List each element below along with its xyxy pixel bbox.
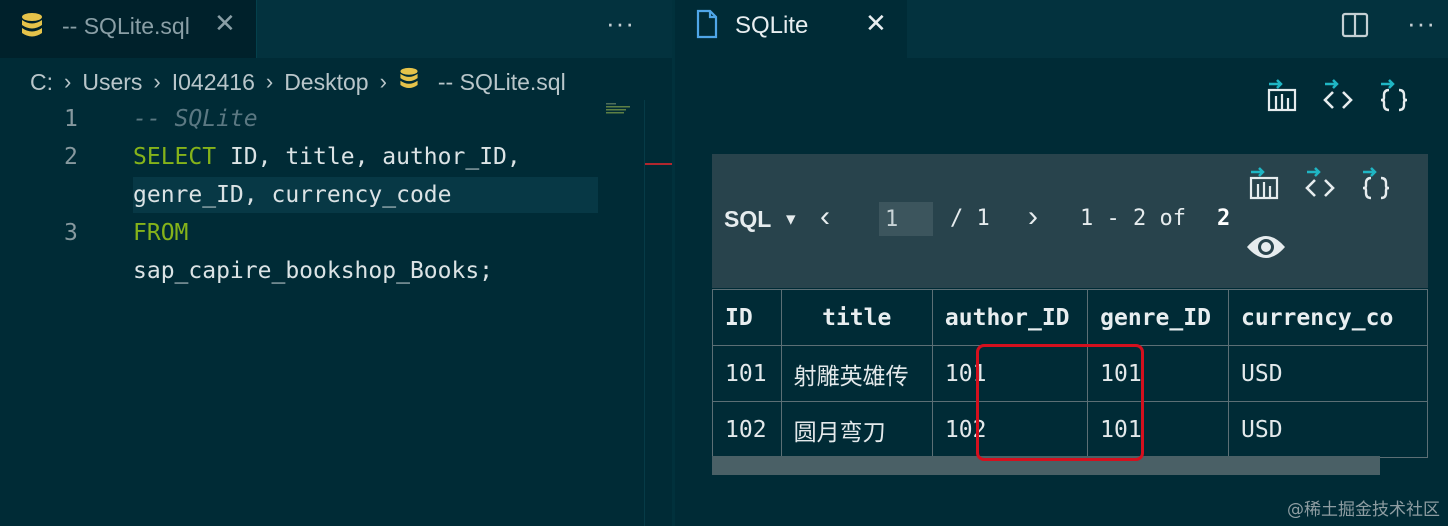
- column-header-author-id[interactable]: author_ID: [931, 289, 1089, 346]
- cell-currency-code[interactable]: USD: [1228, 401, 1428, 458]
- code-line-select: SELECT ID, title, author_ID,: [133, 144, 521, 170]
- column-header-title[interactable]: title: [780, 289, 933, 346]
- code-line-select-wrap: genre_ID, currency_code: [133, 182, 452, 208]
- tab-label: SQLite: [735, 12, 809, 39]
- chevron-right-icon: ›: [379, 69, 387, 94]
- breadcrumb-item[interactable]: -- SQLite.sql: [438, 69, 566, 96]
- tab-sqlite-results[interactable]: SQLite ✕: [675, 0, 907, 58]
- keyword-select: SELECT: [133, 144, 217, 170]
- table-header-row: ID title author_ID genre_ID currency_co: [712, 289, 1428, 346]
- line-number: 1: [64, 106, 78, 132]
- minimap[interactable]: [606, 102, 642, 114]
- export-json-icon[interactable]: [1359, 166, 1393, 207]
- code-editor[interactable]: 1 2 3 -- SQLite SELECT ID, title, author…: [0, 100, 672, 526]
- more-actions-icon[interactable]: ···: [606, 8, 635, 39]
- right-editor-group: SQLite ✕ ··· SQL ▾ ‹ 1 / 1 › 1 - 2 of 2 …: [675, 0, 1448, 526]
- breadcrumb: C: › Users › I042416 › Desktop › -- SQLi…: [30, 66, 566, 98]
- next-page-button[interactable]: ›: [1028, 200, 1038, 234]
- line-number: 2: [64, 144, 78, 170]
- cell-currency-code[interactable]: USD: [1228, 345, 1428, 402]
- row-range: 1 - 2 of: [1080, 206, 1186, 231]
- eye-icon[interactable]: [1245, 232, 1287, 267]
- breadcrumb-item[interactable]: C:: [30, 69, 53, 96]
- line-number: 3: [64, 220, 78, 246]
- export-csv-icon[interactable]: [1247, 166, 1281, 207]
- sql-toggle-label[interactable]: SQL: [724, 206, 771, 233]
- database-icon: [398, 67, 420, 97]
- watermark: @稀土掘金技术社区: [1287, 500, 1440, 520]
- breadcrumb-item[interactable]: Desktop: [284, 69, 368, 96]
- close-icon[interactable]: ✕: [865, 8, 887, 39]
- cell-id[interactable]: 101: [712, 345, 782, 402]
- code-line-table: sap_capire_bookshop_Books;: [133, 258, 494, 284]
- cell-title[interactable]: 圆月弯刀: [780, 401, 933, 458]
- more-actions-icon[interactable]: ···: [1407, 8, 1436, 39]
- previous-page-button[interactable]: ‹: [820, 200, 830, 234]
- file-icon: [695, 9, 719, 44]
- cell-id[interactable]: 102: [712, 401, 782, 458]
- database-icon: [20, 12, 44, 45]
- split-editor-icon[interactable]: [1341, 12, 1369, 43]
- cell-title[interactable]: 射雕英雄传: [780, 345, 933, 402]
- caret-down-icon[interactable]: ▾: [786, 208, 796, 231]
- right-tab-bar: SQLite ✕ ···: [675, 0, 1448, 58]
- page-total: / 1: [950, 206, 990, 231]
- breadcrumb-item[interactable]: I042416: [172, 69, 255, 96]
- overview-ruler-marker: [645, 163, 672, 165]
- select-columns: ID, title, author_ID,: [216, 144, 521, 170]
- export-toolbar: [1265, 78, 1411, 119]
- tab-label: -- SQLite.sql: [62, 13, 190, 39]
- export-html-icon[interactable]: [1303, 166, 1337, 207]
- left-tab-bar: -- SQLite.sql ✕ ···: [0, 0, 672, 58]
- page-number-input[interactable]: [879, 202, 933, 236]
- column-header-id[interactable]: ID: [712, 289, 782, 346]
- column-header-genre-id[interactable]: genre_ID: [1087, 289, 1229, 346]
- chevron-right-icon: ›: [265, 69, 274, 94]
- code-line-comment: -- SQLite: [133, 106, 258, 132]
- keyword-from: FROM: [133, 220, 189, 246]
- results-export-toolbar: [1247, 166, 1393, 207]
- left-editor-group: -- SQLite.sql ✕ ··· C: › Users › I042416…: [0, 0, 672, 526]
- chevron-right-icon: ›: [64, 69, 72, 94]
- tab-sqlite-sql[interactable]: -- SQLite.sql ✕: [0, 0, 257, 58]
- highlight-annotation: [976, 344, 1144, 461]
- column-header-currency-code[interactable]: currency_co: [1228, 289, 1428, 346]
- export-json-icon[interactable]: [1377, 78, 1411, 119]
- export-csv-icon[interactable]: [1265, 78, 1299, 119]
- chevron-right-icon: ›: [153, 69, 161, 94]
- row-count: 2: [1217, 206, 1231, 231]
- close-icon[interactable]: ✕: [214, 8, 236, 39]
- export-html-icon[interactable]: [1321, 78, 1355, 119]
- breadcrumb-item[interactable]: Users: [82, 69, 142, 96]
